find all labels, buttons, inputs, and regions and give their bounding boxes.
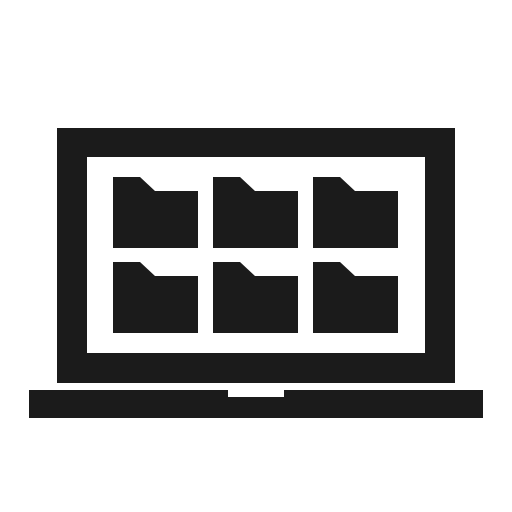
folder-icon — [313, 177, 398, 248]
laptop-screen-frame — [57, 128, 455, 383]
folder-icon — [113, 262, 198, 333]
laptop-folders-icon — [29, 128, 483, 418]
folder-icon — [113, 177, 198, 248]
folder-icon — [313, 262, 398, 333]
folder-icon — [213, 262, 298, 333]
laptop-base — [29, 390, 483, 418]
folder-grid — [113, 177, 398, 333]
icon-canvas — [0, 0, 512, 512]
folder-icon — [213, 177, 298, 248]
